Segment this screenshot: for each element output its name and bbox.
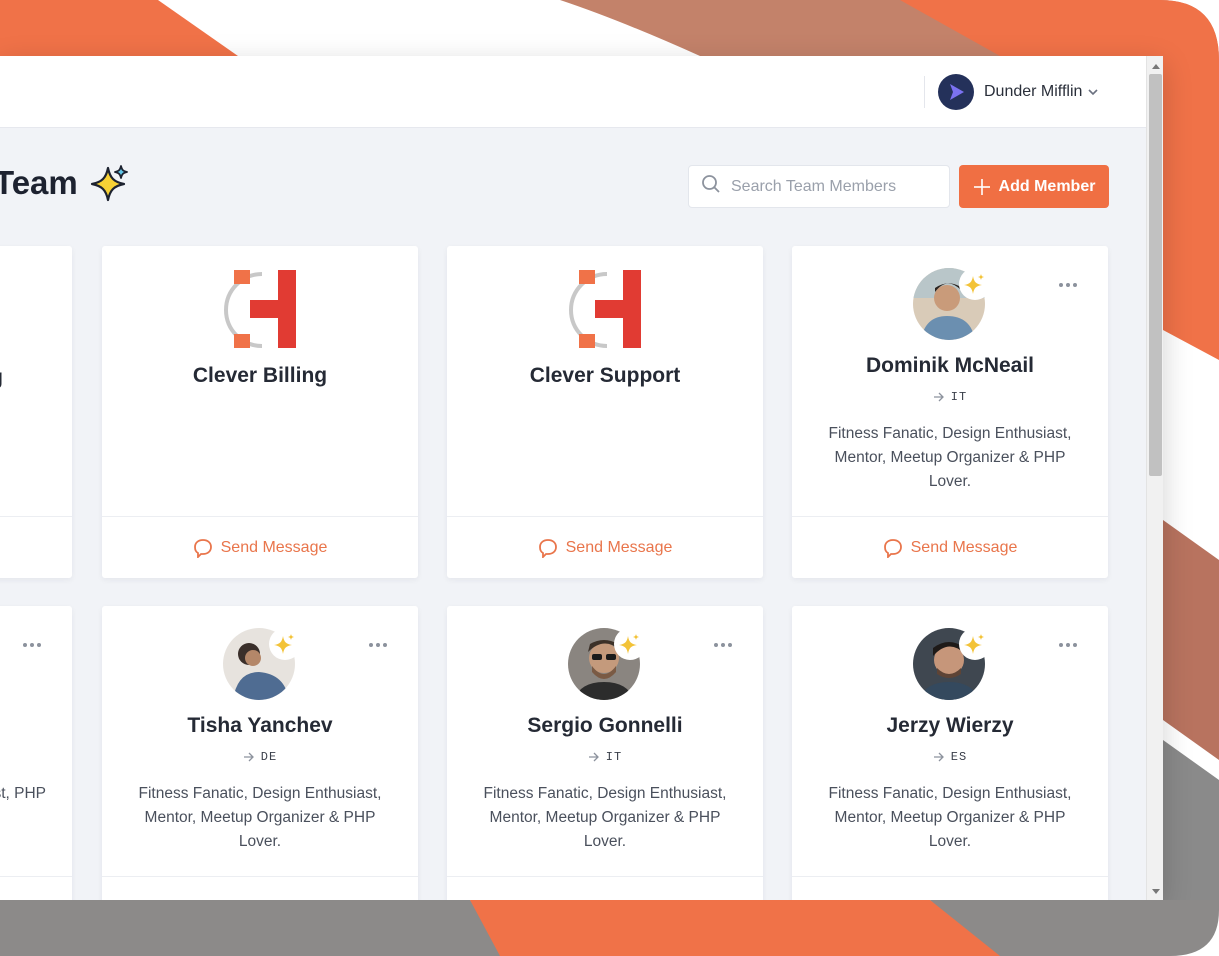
- arrow-right-icon: [933, 392, 945, 402]
- page-title: Team: [0, 164, 130, 202]
- scroll-up-icon[interactable]: [1147, 58, 1163, 74]
- member-avatar-wrap: [913, 268, 991, 342]
- search-box[interactable]: [688, 165, 950, 208]
- team-card: Clever Support Send Message: [447, 246, 763, 578]
- member-avatar-wrap: [568, 628, 646, 702]
- add-member-button[interactable]: Add Member: [959, 165, 1109, 208]
- member-name: Tisha Yanchev: [187, 714, 333, 737]
- search-input[interactable]: [731, 177, 941, 196]
- member-card: usiast, PHP: [0, 606, 72, 900]
- member-card: Dominik McNeail IT Fitness Fanatic, Desi…: [792, 246, 1108, 578]
- member-name: Sergio Gonnelli: [527, 714, 683, 737]
- more-dots-icon[interactable]: [1058, 282, 1078, 288]
- message-icon: [193, 538, 213, 558]
- team-name: Clever Billing: [192, 364, 328, 387]
- member-name: Jerzy Wierzy: [886, 714, 1014, 737]
- arrow-right-icon: [243, 752, 255, 762]
- location-code: IT: [605, 750, 623, 764]
- send-message-label: Send Message: [910, 538, 1018, 556]
- scroll-down-icon[interactable]: [1147, 884, 1163, 900]
- card-footer[interactable]: [102, 876, 418, 900]
- backdrop-bottom: [0, 900, 1219, 956]
- org-switcher[interactable]: Dunder Mifflin: [938, 73, 1100, 111]
- send-message-button[interactable]: Send Message: [102, 516, 418, 578]
- message-icon: [883, 538, 903, 558]
- play-logo-icon: [950, 84, 964, 100]
- member-card: Sergio Gonnelli IT Fitness Fanatic, Desi…: [447, 606, 763, 900]
- member-location: ES: [792, 750, 1108, 764]
- member-bio: usiast, PHP: [0, 785, 46, 802]
- org-logo: [938, 74, 974, 110]
- sparkles-icon: [90, 164, 130, 202]
- app-window: Dunder Mifflin Team Add Member g: [0, 56, 1163, 900]
- team-logo: [224, 270, 296, 348]
- member-location: IT: [447, 750, 763, 764]
- add-member-label: Add Member: [998, 177, 1096, 195]
- member-avatar-wrap: [223, 628, 301, 702]
- card-footer[interactable]: [447, 876, 763, 900]
- location-code: IT: [950, 390, 968, 404]
- team-name: Clever Support: [529, 364, 681, 387]
- chevron-down-icon: [1086, 85, 1100, 99]
- sparkles-icon: [614, 628, 646, 660]
- send-message-button[interactable]: Send Message: [447, 516, 763, 578]
- card-footer[interactable]: [0, 876, 72, 900]
- arrow-right-icon: [933, 752, 945, 762]
- arrow-right-icon: [588, 752, 600, 762]
- send-message-label: Send Message: [220, 538, 328, 556]
- team-logo: [569, 270, 641, 348]
- member-card: Jerzy Wierzy ES Fitness Fanatic, Design …: [792, 606, 1108, 900]
- sparkles-icon: [959, 628, 991, 660]
- send-message-label: Send Message: [565, 538, 673, 556]
- more-dots-icon[interactable]: [1058, 642, 1078, 648]
- member-avatar-wrap: [913, 628, 991, 702]
- more-dots-icon[interactable]: [22, 642, 42, 648]
- top-bar: Dunder Mifflin: [0, 56, 1146, 128]
- team-card: Clever Billing Send Message: [102, 246, 418, 578]
- member-bio: Fitness Fanatic, Design Enthusiast, Ment…: [828, 425, 1072, 490]
- member-bio: Fitness Fanatic, Design Enthusiast, Ment…: [828, 785, 1072, 850]
- send-message-button[interactable]: Send Message: [792, 516, 1108, 578]
- location-code: ES: [950, 750, 968, 764]
- more-dots-icon[interactable]: [713, 642, 733, 648]
- member-bio: Fitness Fanatic, Design Enthusiast, Ment…: [483, 785, 727, 850]
- card-footer[interactable]: [792, 876, 1108, 900]
- more-dots-icon[interactable]: [368, 642, 388, 648]
- topbar-divider: [924, 76, 925, 108]
- location-code: DE: [260, 750, 278, 764]
- team-card: g: [0, 246, 72, 578]
- plus-icon: [973, 178, 991, 196]
- page-title-text: Team: [0, 164, 78, 201]
- member-name: Dominik McNeail: [865, 354, 1035, 377]
- search-icon: [701, 174, 721, 199]
- sparkles-icon: [959, 268, 991, 300]
- message-icon: [538, 538, 558, 558]
- card-footer[interactable]: [0, 516, 72, 578]
- scroll-thumb[interactable]: [1149, 74, 1162, 476]
- team-name: g: [0, 366, 3, 390]
- vertical-scrollbar[interactable]: [1146, 56, 1163, 900]
- member-location: DE: [102, 750, 418, 764]
- member-location: IT: [792, 390, 1108, 404]
- org-name: Dunder Mifflin: [984, 83, 1083, 100]
- member-bio: Fitness Fanatic, Design Enthusiast, Ment…: [138, 785, 382, 850]
- member-card: Tisha Yanchev DE Fitness Fanatic, Design…: [102, 606, 418, 900]
- sparkles-icon: [269, 628, 301, 660]
